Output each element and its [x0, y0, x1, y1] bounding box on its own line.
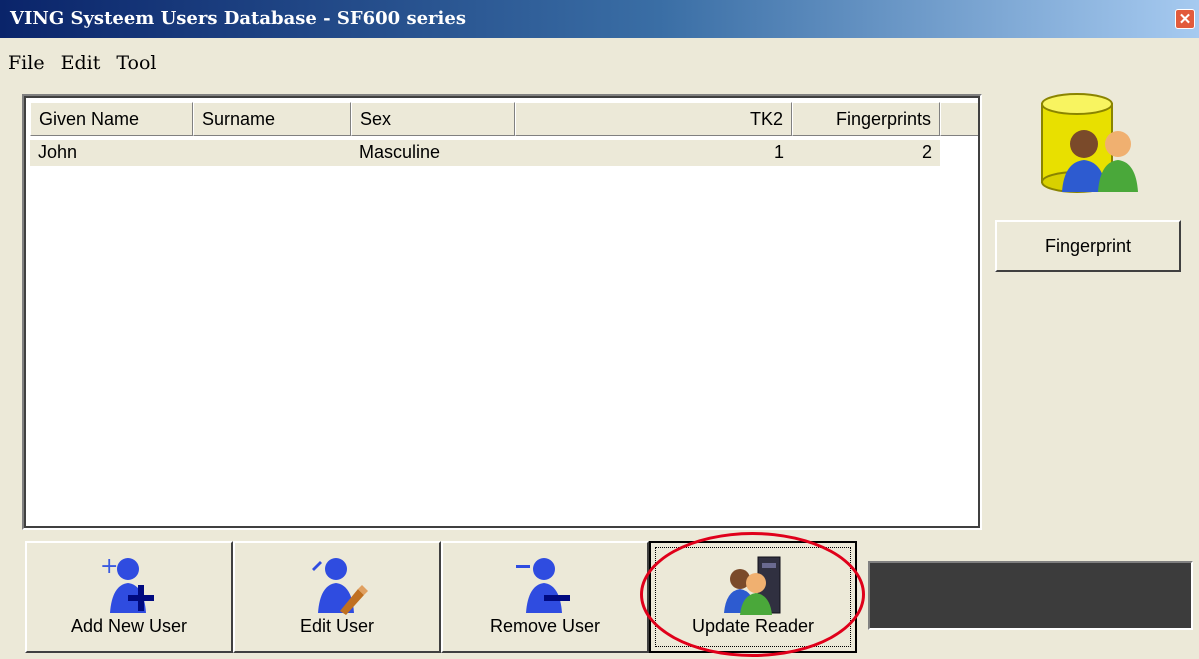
- cell-given-name: John: [38, 142, 78, 162]
- window-title: VING Systeem Users Database - SF600 seri…: [10, 8, 466, 29]
- update-reader-button[interactable]: Update Reader: [649, 541, 857, 653]
- cell-fingerprints: 2: [921, 142, 932, 162]
- add-user-icon: +: [100, 555, 154, 613]
- bottom-toolbar: + Add New User Edit User Remove User Upd…: [25, 541, 863, 653]
- add-new-user-label: Add New User: [70, 616, 188, 636]
- column-header-tk2[interactable]: TK2: [515, 102, 792, 136]
- column-header-surname[interactable]: Surname: [193, 102, 351, 136]
- edit-user-label: Edit User: [299, 616, 375, 636]
- column-header-sex[interactable]: Sex: [351, 102, 515, 136]
- svg-text:+: +: [100, 555, 118, 579]
- remove-user-icon: [516, 558, 570, 613]
- status-panel: [868, 561, 1193, 630]
- close-button[interactable]: ✕: [1175, 9, 1195, 29]
- menu-tool[interactable]: Tool: [108, 50, 164, 84]
- fingerprint-button-label: Fingerprint: [1044, 235, 1132, 256]
- column-header-fingerprints[interactable]: Fingerprints: [792, 102, 940, 136]
- update-reader-icon: [724, 556, 781, 615]
- database-users-icon: [1041, 93, 1138, 193]
- edit-user-icon: [312, 558, 368, 615]
- menu-file[interactable]: File: [0, 50, 53, 84]
- column-header-given-name[interactable]: Given Name: [30, 102, 193, 136]
- table-row[interactable]: John Masculine 1 2: [30, 140, 940, 166]
- column-header-filler: [940, 102, 978, 136]
- remove-user-button[interactable]: Remove User: [441, 541, 649, 653]
- edit-user-button[interactable]: Edit User: [233, 541, 441, 653]
- list-header: Given Name Surname Sex TK2 Fingerprints: [30, 102, 978, 136]
- users-list-body: Given Name Surname Sex TK2 Fingerprints …: [26, 98, 978, 526]
- update-reader-label: Update Reader: [691, 616, 815, 636]
- fingerprint-button[interactable]: Fingerprint: [995, 220, 1181, 272]
- cell-sex: Masculine: [359, 142, 441, 162]
- title-bar: VING Systeem Users Database - SF600 seri…: [0, 0, 1199, 38]
- menu-edit[interactable]: Edit: [53, 50, 109, 84]
- add-new-user-button[interactable]: + Add New User: [25, 541, 233, 653]
- close-icon: ✕: [1178, 11, 1192, 28]
- menu-bar: File Edit Tool: [0, 50, 165, 84]
- users-list[interactable]: Given Name Surname Sex TK2 Fingerprints …: [22, 94, 982, 530]
- cell-tk2: 1: [773, 142, 784, 162]
- remove-user-label: Remove User: [489, 616, 601, 636]
- cell-surname: [193, 140, 351, 166]
